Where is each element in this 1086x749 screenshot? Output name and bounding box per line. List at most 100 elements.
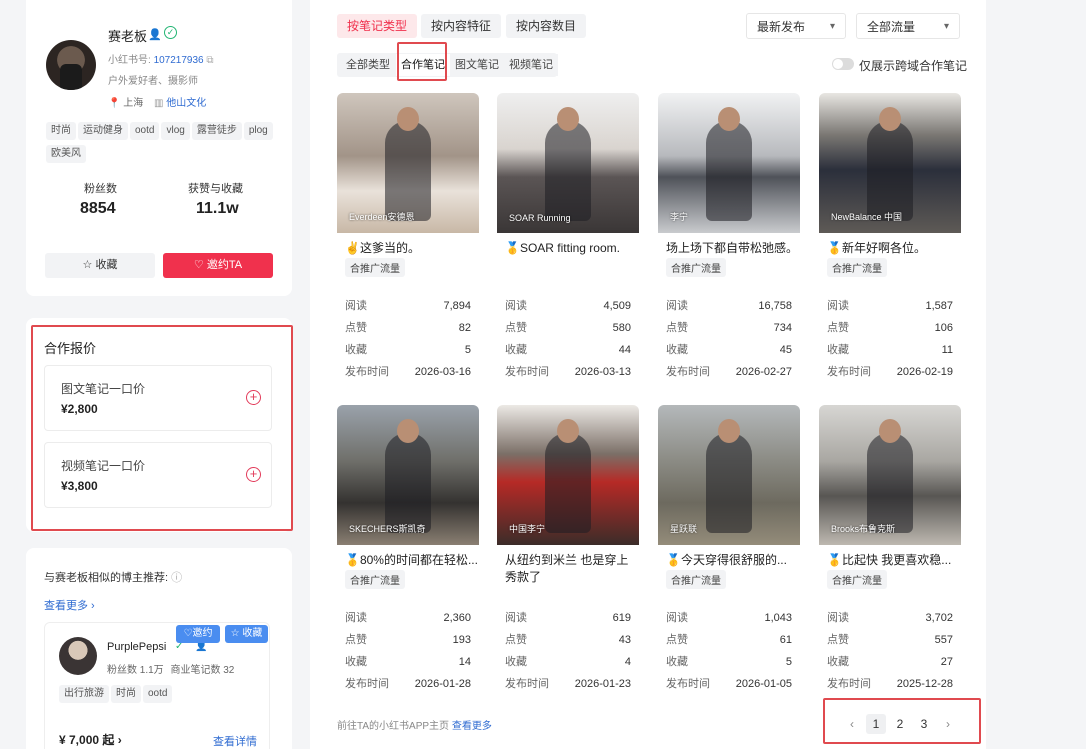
creator-fans: 粉丝数 1.1万	[107, 665, 164, 676]
tab-by-content-count[interactable]: 按内容数目	[506, 14, 587, 38]
brand-watermark: Brooks布鲁克斯	[831, 524, 896, 534]
creator-card[interactable]: PurplePepsi ✓ 👤 粉丝数 1.1万 商业笔记数 32 出行旅游 时尚…	[44, 622, 270, 749]
note-thumbnail[interactable]: 李宁	[658, 93, 800, 233]
add-price-icon[interactable]: +	[246, 390, 261, 405]
footer-more-link[interactable]: 查看更多	[452, 721, 492, 732]
collect-button[interactable]: ☆ 收藏	[45, 253, 155, 278]
note-thumbnail[interactable]: Everdeen安德恩	[337, 93, 479, 233]
tab-video-notes[interactable]: 视频笔记	[504, 54, 558, 76]
note-card[interactable]: Everdeen安德恩 ✌️这爹当的。 合推广流量 阅读 7,894 点赞 82 收藏 5 发布时…	[337, 93, 479, 383]
avatar[interactable]	[46, 40, 96, 90]
stat-label: 点赞	[345, 634, 367, 646]
note-title[interactable]: 🥇比起快 我更喜欢稳...	[819, 545, 961, 568]
note-thumbnail[interactable]: 中国李宁	[497, 405, 639, 545]
tab-by-note-type[interactable]: 按笔记类型	[337, 14, 418, 38]
stat-label: 发布时间	[505, 366, 549, 378]
note-title[interactable]: 从纽约到米兰 也是穿上秀款了	[497, 545, 639, 585]
note-card[interactable]: Brooks布鲁克斯 🥇比起快 我更喜欢稳... 合推广流量 阅读 3,702 点赞 557…	[819, 405, 961, 695]
prev-page-button[interactable]: ‹	[842, 714, 862, 734]
view-detail-link[interactable]: 查看详情	[213, 733, 257, 749]
stat-value: 2026-02-27	[735, 366, 792, 378]
tab-all-types[interactable]: 全部类型	[341, 54, 395, 76]
note-stats: 阅读 2,360 点赞 193 收藏 14 发布时间 2026-01-28	[345, 607, 471, 695]
stat-row-read: 阅读 3,702	[827, 607, 953, 629]
page-1[interactable]: 1	[866, 714, 886, 734]
org-link[interactable]: 他山文化	[166, 98, 206, 109]
price-label: 视频笔记一口价	[61, 459, 146, 473]
cross-domain-toggle[interactable]	[832, 58, 854, 70]
sort-dropdown[interactable]: 最新发布 ▾	[746, 13, 846, 39]
star-icon: ☆	[82, 259, 93, 271]
stat-value: 619	[612, 612, 631, 624]
price-video-note: 视频笔记一口价 ¥3,800 +	[44, 442, 272, 508]
stat-row-read: 阅读 1,587	[827, 295, 953, 317]
stat-label: 点赞	[827, 322, 849, 334]
creator-avatar[interactable]	[59, 637, 97, 675]
location: 上海	[123, 98, 144, 109]
stat-label: 阅读	[505, 612, 527, 624]
note-title[interactable]: ✌️这爹当的。	[337, 233, 479, 256]
next-page-button[interactable]: ›	[938, 714, 958, 734]
add-price-icon[interactable]: +	[246, 467, 261, 482]
stat-row-fav: 收藏 45	[666, 339, 792, 361]
note-card[interactable]: 李宁 场上场下都自带松弛感。 合推广流量 阅读 16,758 点赞 734 收藏 45 发布时间 2…	[658, 93, 800, 383]
invite-button[interactable]: ♡ 邀约TA	[163, 253, 273, 278]
note-thumbnail[interactable]: 星跃联	[658, 405, 800, 545]
person-figure	[706, 121, 752, 221]
person-head	[718, 107, 740, 131]
note-title[interactable]: 场上场下都自带松弛感。	[658, 233, 800, 256]
person-head	[879, 107, 901, 131]
tab-by-content-feature[interactable]: 按内容特征	[421, 14, 502, 38]
stat-label: 阅读	[827, 300, 849, 312]
copy-icon[interactable]: ⧉	[206, 55, 213, 66]
note-card[interactable]: SKECHERS斯凯奇 🥇80%的时间都在轻松... 合推广流量 阅读 2,360 点赞 1…	[337, 405, 479, 695]
traffic-badge: 合推广流量	[666, 258, 726, 277]
price-label: 图文笔记一口价	[61, 382, 146, 396]
creator-collect-button[interactable]: ☆ 收藏	[225, 625, 268, 643]
page-2[interactable]: 2	[890, 714, 910, 734]
stat-label: 点赞	[827, 634, 849, 646]
note-title[interactable]: 🥇今天穿得很舒服的...	[658, 545, 800, 568]
fans-value: 8854	[80, 200, 116, 217]
note-card[interactable]: NewBalance 中国 🥇新年好啊各位。 合推广流量 阅读 1,587 点赞 106 收藏…	[819, 93, 961, 383]
tab-image-notes[interactable]: 图文笔记	[450, 54, 504, 76]
note-title[interactable]: 🥇SOAR fitting room.	[497, 233, 639, 256]
stat-label: 收藏	[666, 656, 688, 668]
id-value[interactable]: 107217936	[154, 55, 204, 66]
note-thumbnail[interactable]: SKECHERS斯凯奇	[337, 405, 479, 545]
chevron-down-icon: ▾	[829, 21, 835, 32]
stat-value: 580	[612, 322, 631, 334]
tab-collab-notes[interactable]: 合作笔记	[396, 54, 450, 76]
profile-tag: vlog	[161, 122, 190, 140]
stat-row-fav: 收藏 5	[345, 339, 471, 361]
creator-tag: 出行旅游	[59, 685, 109, 703]
chevron-down-icon: ▾	[943, 21, 949, 32]
stat-value: 4	[624, 656, 631, 668]
footer-text: 前往TA的小红书APP主页	[337, 721, 450, 732]
stat-label: 发布时间	[827, 678, 871, 690]
location-icon: 📍	[108, 98, 121, 109]
note-title[interactable]: 🥇新年好啊各位。	[819, 233, 961, 256]
price-value: ¥2,800	[61, 402, 98, 416]
traffic-badge: 合推广流量	[827, 258, 887, 277]
stat-label: 收藏	[827, 656, 849, 668]
note-thumbnail[interactable]: SOAR Running	[497, 93, 639, 233]
note-card[interactable]: SOAR Running 🥇SOAR fitting room. 阅读 4,509 点赞…	[497, 93, 639, 383]
stat-label: 收藏	[666, 344, 688, 356]
stat-label: 发布时间	[666, 678, 710, 690]
person-figure	[385, 121, 431, 221]
note-thumbnail[interactable]: Brooks布鲁克斯	[819, 405, 961, 545]
note-card[interactable]: 中国李宁 从纽约到米兰 也是穿上秀款了 阅读 619 点赞 43 收藏 4 发布时间 2026-0…	[497, 405, 639, 695]
creator-invite-button[interactable]: ♡邀约	[176, 625, 220, 643]
note-title[interactable]: 🥇80%的时间都在轻松...	[337, 545, 479, 568]
note-thumbnail[interactable]: NewBalance 中国	[819, 93, 961, 233]
creator-name[interactable]: PurplePepsi	[107, 641, 166, 653]
see-more-link[interactable]: 查看更多 ›	[44, 597, 95, 613]
note-card[interactable]: 星跃联 🥇今天穿得很舒服的... 合推广流量 阅读 1,043 点赞 61 收藏 5 发布时间 20…	[658, 405, 800, 695]
stat-label: 点赞	[505, 322, 527, 334]
stat-row-date: 发布时间 2026-02-19	[827, 361, 953, 383]
stat-row-like: 点赞 106	[827, 317, 953, 339]
page-3[interactable]: 3	[914, 714, 934, 734]
traffic-dropdown[interactable]: 全部流量 ▾	[856, 13, 960, 39]
stat-row-date: 发布时间 2025-12-28	[827, 673, 953, 695]
